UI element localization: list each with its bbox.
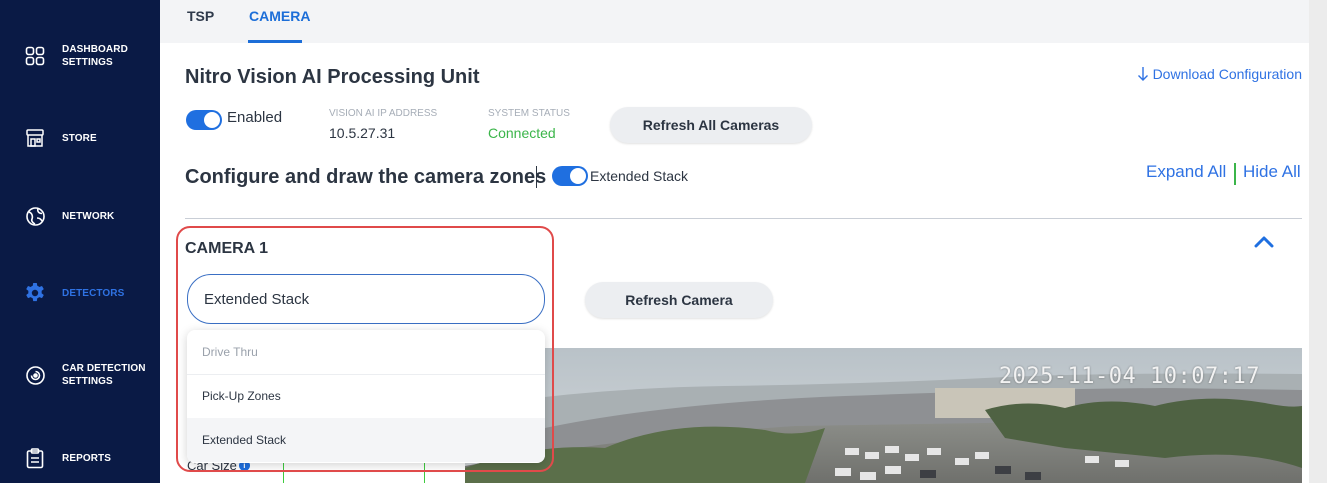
toggle-knob <box>204 112 220 128</box>
toggle-knob <box>570 168 586 184</box>
radar-target-icon <box>24 364 46 386</box>
dashboard-grid-icon <box>24 45 46 67</box>
title-separator <box>536 166 537 188</box>
sidebar: DASHBOARD SETTINGS STORE NETWORK DETECTOR… <box>0 0 160 483</box>
sidebar-item-store[interactable]: STORE <box>0 108 160 168</box>
sidebar-item-label: DETECTORS <box>62 287 125 299</box>
extended-stack-label: Extended Stack <box>590 168 689 184</box>
sidebar-item-network[interactable]: NETWORK <box>0 186 160 246</box>
sidebar-item-detectors[interactable]: DETECTORS <box>0 263 160 323</box>
camera-mode-select[interactable]: Extended Stack <box>187 274 545 324</box>
system-status-label: SYSTEM STATUS <box>488 108 570 119</box>
sidebar-item-reports[interactable]: REPORTS <box>0 428 160 483</box>
clipboard-icon <box>24 447 46 469</box>
tab-camera[interactable]: CAMERA <box>249 8 310 24</box>
gear-icon <box>24 282 46 304</box>
sidebar-item-car-detection-settings[interactable]: CAR DETECTION SETTINGS <box>0 345 160 405</box>
configure-zones-title: Configure and draw the camera zones <box>185 166 547 188</box>
car-size-box[interactable] <box>283 460 425 483</box>
chevron-up-icon[interactable] <box>1252 230 1276 254</box>
refresh-camera-button[interactable]: Refresh Camera <box>585 282 773 318</box>
sidebar-item-dashboard-settings[interactable]: DASHBOARD SETTINGS <box>0 26 160 86</box>
store-icon <box>24 127 46 149</box>
sidebar-item-label: REPORTS <box>62 452 112 464</box>
download-configuration-label: Download Configuration <box>1152 66 1302 82</box>
enabled-label: Enabled <box>227 109 283 126</box>
download-configuration-link[interactable]: Download Configuration <box>1137 66 1302 82</box>
ip-address-label: VISION AI IP ADDRESS <box>329 108 438 119</box>
camera-title: CAMERA 1 <box>185 240 268 257</box>
section-divider <box>185 218 1302 219</box>
network-globe-icon <box>24 205 46 227</box>
dropdown-option-pick-up-zones[interactable]: Pick-Up Zones <box>187 374 545 418</box>
camera-mode-selected-value: Extended Stack <box>204 290 310 308</box>
extended-stack-toggle[interactable] <box>552 166 588 186</box>
expand-all-link[interactable]: Expand All <box>1146 162 1226 182</box>
ip-address-value: 10.5.27.31 <box>329 125 396 141</box>
sidebar-item-label: CAR DETECTION SETTINGS <box>62 363 146 387</box>
expand-hide-separator <box>1234 163 1236 185</box>
arrow-down-icon <box>1137 67 1148 81</box>
hide-all-link[interactable]: Hide All <box>1243 162 1301 182</box>
main-content: TSP CAMERA Nitro Vision AI Processing Un… <box>160 0 1327 483</box>
camera-feed-image: 2025-11-04 10:07:17 <box>465 348 1302 483</box>
sidebar-item-label: NETWORK <box>62 210 115 222</box>
tab-bar: TSP CAMERA <box>160 0 1327 43</box>
active-tab-indicator <box>248 40 302 43</box>
scrollbar[interactable] <box>1309 0 1327 483</box>
dropdown-option-drive-thru: Drive Thru <box>202 345 258 359</box>
camera-mode-dropdown: Drive Thru Pick-Up Zones Extended Stack <box>187 330 545 463</box>
camera-timestamp: 2025-11-04 10:07:17 <box>998 364 1260 389</box>
system-status-value: Connected <box>488 125 556 141</box>
refresh-all-cameras-button[interactable]: Refresh All Cameras <box>610 107 812 143</box>
dropdown-option-extended-stack[interactable]: Extended Stack <box>187 418 545 462</box>
sidebar-item-label: DASHBOARD SETTINGS <box>62 44 128 68</box>
tab-tsp[interactable]: TSP <box>187 8 214 24</box>
sidebar-item-label: STORE <box>62 132 97 144</box>
page-title: Nitro Vision AI Processing Unit <box>185 66 480 88</box>
enabled-toggle[interactable] <box>186 110 222 130</box>
